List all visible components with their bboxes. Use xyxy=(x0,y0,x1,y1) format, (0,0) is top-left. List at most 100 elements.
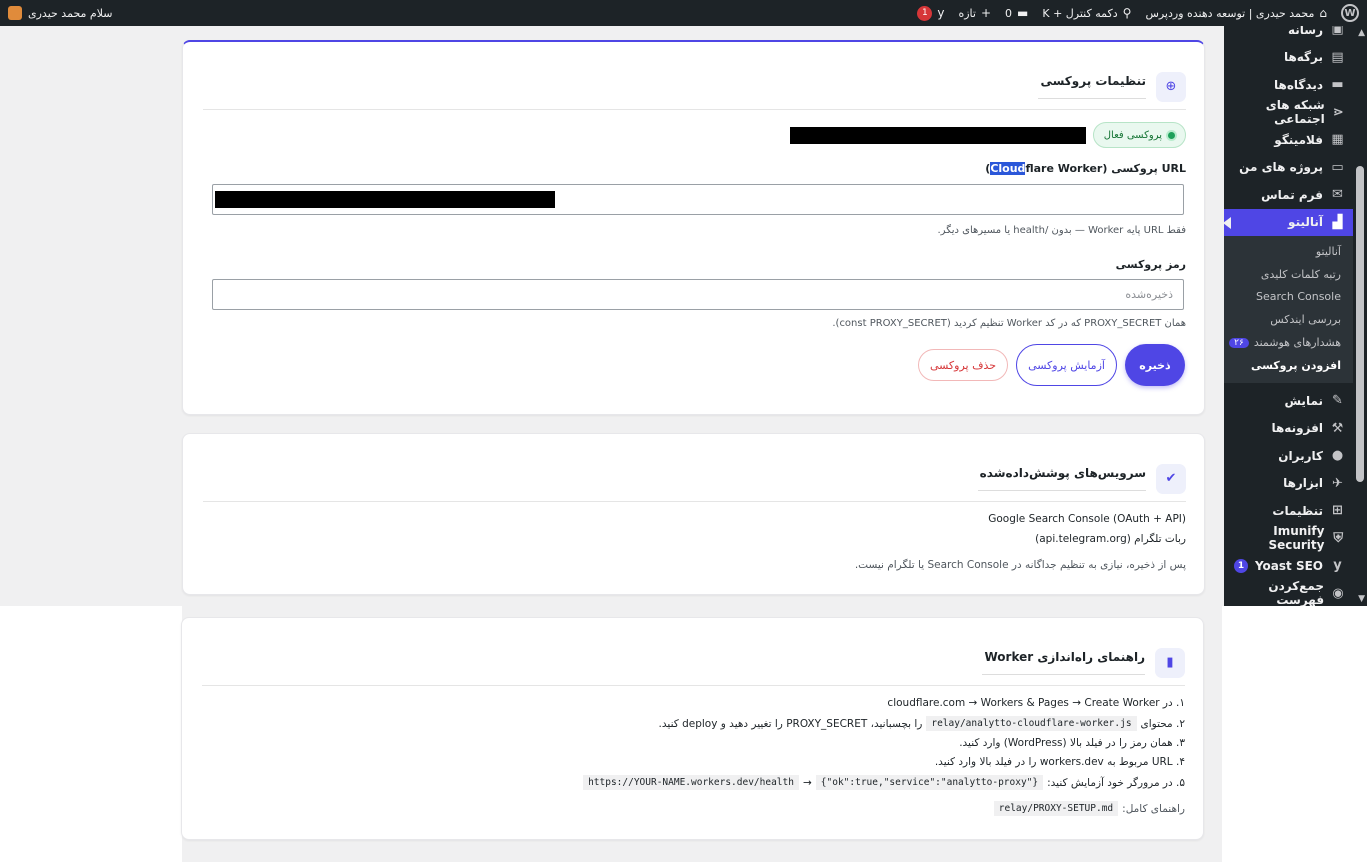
update-count-badge: 1 xyxy=(1233,558,1248,573)
command-palette-label: دکمه کنترل + K xyxy=(1042,6,1118,20)
delete-proxy-button[interactable]: حذف پروکسی xyxy=(918,349,1008,381)
full-guide-label: راهنمای کامل: xyxy=(1122,802,1185,815)
wordpress-logo[interactable]: W xyxy=(1341,4,1359,22)
menu-item[interactable]: ⋖ شبکه های اجتماعی xyxy=(1224,98,1353,127)
submenu-item[interactable]: رتبه کلمات کلیدی xyxy=(1224,263,1353,286)
menu-item[interactable]: ▦ فلامینگو xyxy=(1224,126,1353,154)
plus-icon: + xyxy=(980,6,992,20)
new-label: تازه xyxy=(958,6,976,20)
folder-icon: ▭ xyxy=(1331,159,1344,175)
step-text: ۵. در مرورگر خود آزمایش کنید: xyxy=(1047,776,1185,789)
greeting-text: سلام محمد حیدری xyxy=(28,6,113,20)
menu-label: شبکه های اجتماعی xyxy=(1265,98,1325,127)
url-label-highlight: Cloud xyxy=(990,162,1026,175)
menu-label: جمع‌کردن فهرست xyxy=(1268,579,1325,606)
yoast-icon: y xyxy=(937,6,945,20)
secret-placeholder: ذخیره‌شده xyxy=(1125,288,1173,301)
menu-item[interactable]: ◉ جمع‌کردن فهرست xyxy=(1224,579,1353,606)
site-name-link[interactable]: ⌂ محمد حیدری | توسعه دهنده وردپرس xyxy=(1145,6,1327,20)
proxy-secret-input[interactable]: ذخیره‌شده xyxy=(212,279,1184,310)
code-snippet: relay/PROXY-SETUP.md xyxy=(993,801,1119,816)
scroll-up-icon[interactable]: ▲ xyxy=(1358,28,1365,38)
sidebar-scrollbar[interactable]: ▲ ▼ xyxy=(1353,26,1367,606)
menu-item[interactable]: ● کاربران xyxy=(1224,442,1353,470)
proxy-url-input[interactable] xyxy=(212,184,1184,215)
service-item: ربات تلگرام (api.telegram.org) xyxy=(1035,533,1186,545)
proxy-settings-card: ⊕ تنظیمات پروکسی پروکسی فعال URL پروکسی … xyxy=(182,40,1205,415)
media-icon: ▣ xyxy=(1331,26,1344,38)
menu-label: Yoast SEO xyxy=(1254,558,1323,573)
submenu-label: آنالیتو xyxy=(1315,244,1341,258)
mail-icon: ✉ xyxy=(1332,187,1343,203)
card-title: سرویس‌های پوشش‌داده‌شده xyxy=(977,466,1146,491)
card-header: ✔ سرویس‌های پوشش‌داده‌شده xyxy=(203,434,1186,502)
save-button[interactable]: ذخیره xyxy=(1125,344,1185,386)
menu-item[interactable]: ▭ پروژه های من xyxy=(1224,154,1353,182)
menu-label: آنالیتو xyxy=(1288,215,1323,230)
secret-help-text: همان PROXY_SECRET که در کد Worker تنظیم … xyxy=(832,318,1186,329)
my-account[interactable]: سلام محمد حیدری xyxy=(8,6,113,20)
submenu-label: Search Console xyxy=(1256,290,1341,304)
submenu-label: بررسی ایندکس xyxy=(1270,313,1341,327)
submenu-item[interactable]: هشدارهای هوشمند ۲۶ xyxy=(1224,331,1353,354)
new-content-link[interactable]: + تازه xyxy=(958,6,991,20)
submenu-item[interactable]: افزودن پروکسی xyxy=(1224,354,1353,377)
submenu-label: هشدارهای هوشمند xyxy=(1253,336,1341,350)
menu-item[interactable]: ⚒ افزونه‌ها xyxy=(1224,414,1353,442)
services-card: ✔ سرویس‌های پوشش‌داده‌شده Google Search … xyxy=(182,433,1205,595)
home-icon: ⌂ xyxy=(1319,6,1327,20)
status-badge: پروکسی فعال xyxy=(1092,122,1186,148)
status-dot-icon xyxy=(1168,131,1175,139)
worker-guide-card: ▮ راهنمای راه‌اندازی Worker ۱. در cloudf… xyxy=(181,617,1204,840)
collapse-icon: ◉ xyxy=(1332,585,1344,601)
menu-label: برگه‌ها xyxy=(1283,50,1323,65)
code-snippet: https://YOUR-NAME.workers.dev/health xyxy=(583,775,799,790)
menu-label: فلامینگو xyxy=(1274,132,1323,147)
menu-item[interactable]: ✉ فرم تماس xyxy=(1224,181,1353,209)
comments-link[interactable]: ▬ 0 xyxy=(1005,6,1028,20)
settings-icon: ⊞ xyxy=(1332,503,1343,519)
menu-item-analytto[interactable]: ▟ آنالیتو xyxy=(1224,208,1353,236)
guide-step-4: ۴. URL مربوط به workers.dev را در فیلد ب… xyxy=(935,756,1185,768)
step-text: ۱. در cloudflare.com → Workers & Pages →… xyxy=(887,697,1185,709)
scrollbar-thumb[interactable] xyxy=(1356,166,1364,482)
menu-label: ابزارها xyxy=(1283,476,1323,491)
book-icon: ▮ xyxy=(1155,647,1185,678)
menu-item[interactable]: y Yoast SEO 1 xyxy=(1224,552,1353,580)
service-item: Google Search Console (OAuth + API) xyxy=(988,513,1186,525)
plugin-icon: ⚒ xyxy=(1331,420,1344,436)
menu-item[interactable]: ⊞ تنظیمات xyxy=(1224,497,1353,525)
brush-icon: ✎ xyxy=(1332,393,1343,409)
menu-item[interactable]: ⛨ Imunify Security xyxy=(1224,524,1353,552)
menu-item[interactable]: ▣ رسانه xyxy=(1224,26,1353,44)
code-snippet: {"ok":true,"service":"analytto-proxy"} xyxy=(815,775,1044,790)
arrow-text: → xyxy=(802,776,812,789)
status-text: پروکسی فعال xyxy=(1103,129,1162,141)
card-title: راهنمای راه‌اندازی Worker xyxy=(982,650,1145,675)
menu-item[interactable]: ✎ نمایش xyxy=(1224,387,1353,415)
secret-field-label: رمز پروکسی xyxy=(1115,258,1186,271)
code-snippet: relay/analytto-cloudflare-worker.js xyxy=(926,716,1137,731)
test-proxy-button[interactable]: آزمایش پروکسی xyxy=(1016,344,1117,386)
analytto-submenu: آنالیتو رتبه کلمات کلیدی Search Console برر… xyxy=(1224,236,1353,383)
submenu-item[interactable]: Search Console xyxy=(1224,286,1353,309)
menu-item[interactable]: ✈ ابزارها xyxy=(1224,469,1353,497)
yoast-notifications[interactable]: y 1 xyxy=(917,5,945,21)
submenu-item[interactable]: بررسی ایندکس xyxy=(1224,308,1353,331)
url-label-before: URL پروکسی ( xyxy=(1102,162,1186,175)
menu-item[interactable]: ▬ دیدگاه‌ها xyxy=(1224,71,1353,99)
scroll-down-icon[interactable]: ▼ xyxy=(1358,594,1365,604)
guide-step-5: ۵. در مرورگر خود آزمایش کنید: {"ok":true… xyxy=(583,775,1185,790)
blank-area xyxy=(1222,606,1367,862)
yoast-icon: y xyxy=(1333,558,1342,574)
avatar xyxy=(8,6,22,20)
share-icon: ⋖ xyxy=(1332,104,1344,120)
menu-label: Imunify Security xyxy=(1268,524,1325,553)
command-palette-button[interactable]: ⚲ دکمه کنترل + K xyxy=(1042,6,1131,20)
alert-count-badge: ۲۶ xyxy=(1229,337,1249,348)
card-header: ⊕ تنظیمات پروکسی xyxy=(203,42,1186,110)
search-icon: ⚲ xyxy=(1122,6,1132,20)
submenu-item[interactable]: آنالیتو xyxy=(1224,240,1353,263)
redacted-url-value xyxy=(215,191,555,208)
menu-item[interactable]: ▤ برگه‌ها xyxy=(1224,44,1353,72)
